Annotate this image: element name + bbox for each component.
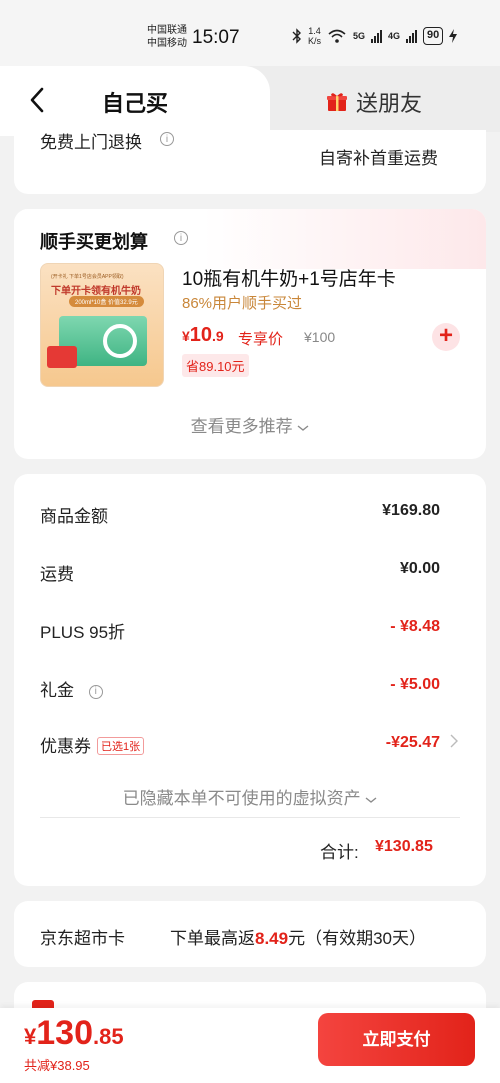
chevron-down-icon	[297, 425, 309, 431]
product-image[interactable]: (开卡礼 下单1号店会员APP领取) 下单开卡领有机牛奶 200ml*10盒 价…	[40, 263, 164, 387]
divider	[40, 817, 460, 818]
tab-send-friend[interactable]: 送朋友	[326, 86, 422, 118]
footer-total-price: ¥130.85	[24, 1014, 124, 1052]
gift-money-info-icon[interactable]: i	[88, 684, 103, 699]
product-price: ¥10.9	[182, 324, 224, 346]
carrier-info: 中国联通 中国移动	[147, 24, 187, 50]
chevron-right-icon[interactable]	[450, 734, 458, 748]
clock: 15:07	[192, 27, 240, 48]
status-bar: 中国联通 中国移动 15:07 1.4 K/s 5G 4G 90	[0, 0, 500, 66]
add-product-button[interactable]: +	[432, 323, 460, 351]
recommend-title: 顺手买更划算	[40, 232, 148, 252]
recommend-info-icon[interactable]: i	[174, 231, 188, 245]
original-price: ¥100	[304, 329, 336, 345]
product-image-headline: 下单开卡领有机牛奶	[51, 286, 141, 297]
saving-badge: 省89.10元	[182, 354, 249, 377]
free-return-label: 免费上门退换	[40, 133, 142, 152]
battery-indicator: 90	[423, 27, 444, 45]
charging-icon	[449, 29, 458, 43]
coupon-label: 优惠券	[40, 737, 91, 756]
back-arrow-icon[interactable]	[28, 86, 48, 114]
coupon-value[interactable]: -¥25.47	[386, 734, 440, 752]
coupon-row[interactable]: 优惠券 已选1张	[40, 732, 145, 757]
return-shipping-value: 自寄补首重运费	[319, 149, 438, 168]
carrier-1: 中国联通	[147, 25, 187, 36]
network-5g-label: 5G	[353, 31, 366, 41]
supermarket-card-label: 京东超市卡	[40, 929, 125, 948]
total-label: 合计:	[320, 843, 359, 862]
hidden-assets-toggle[interactable]: 已隐藏本单不可使用的虚拟资产	[0, 784, 500, 809]
wifi-icon	[328, 29, 346, 43]
chevron-down-icon	[365, 797, 377, 803]
member-card-graphic	[47, 346, 77, 368]
network-4g-label: 4G	[388, 31, 401, 41]
pay-now-button[interactable]: 立即支付	[318, 1013, 475, 1066]
shipping-value: ¥0.00	[399, 560, 440, 577]
product-image-caption: (开卡礼 下单1号店会员APP领取)	[51, 274, 124, 280]
product-image-spec: 200ml*10盒 价值32.9元	[69, 296, 144, 307]
footer-saved-amount: 共减¥38.95	[24, 1058, 90, 1073]
plus-discount-label: PLUS 95折	[40, 623, 126, 642]
plus-discount-value: - ¥8.48	[390, 618, 440, 635]
product-subtitle: 86%用户顺手买过	[182, 295, 303, 312]
purchase-tabs	[0, 66, 500, 136]
coupon-selected-tag: 已选1张	[97, 737, 145, 755]
bluetooth-icon	[292, 28, 301, 44]
carrier-2: 中国移动	[147, 38, 187, 49]
gift-icon	[327, 93, 347, 111]
goods-amount-value: ¥169.80	[382, 502, 440, 519]
supermarket-card-rebate: 下单最高返8.49元（有效期30天）	[170, 929, 427, 948]
more-recommend-link[interactable]: 查看更多推荐	[0, 412, 500, 437]
signal-icon-1	[371, 29, 383, 43]
tab-send-friend-label: 送朋友	[356, 91, 423, 116]
product-name[interactable]: 10瓶有机牛奶+1号店年卡	[182, 264, 396, 291]
shipping-label: 运费	[40, 565, 74, 584]
network-speed: 1.4 K/s	[308, 26, 322, 46]
total-value: ¥130.85	[375, 838, 433, 855]
status-icons: 1.4 K/s 5G 4G 90	[292, 26, 458, 46]
gift-money-label: 礼金	[40, 681, 74, 700]
tab-self-buy-label[interactable]: 自己买	[102, 86, 168, 118]
rebate-amount: 8.49	[255, 929, 289, 948]
gift-money-value: - ¥5.00	[390, 676, 440, 693]
goods-amount-label: 商品金额	[40, 507, 108, 526]
gift-money-row: 礼金 i	[40, 676, 103, 701]
info-icon[interactable]: i	[160, 132, 174, 146]
exclusive-price-label: 专享价	[238, 331, 284, 348]
signal-icon-2	[406, 29, 418, 43]
